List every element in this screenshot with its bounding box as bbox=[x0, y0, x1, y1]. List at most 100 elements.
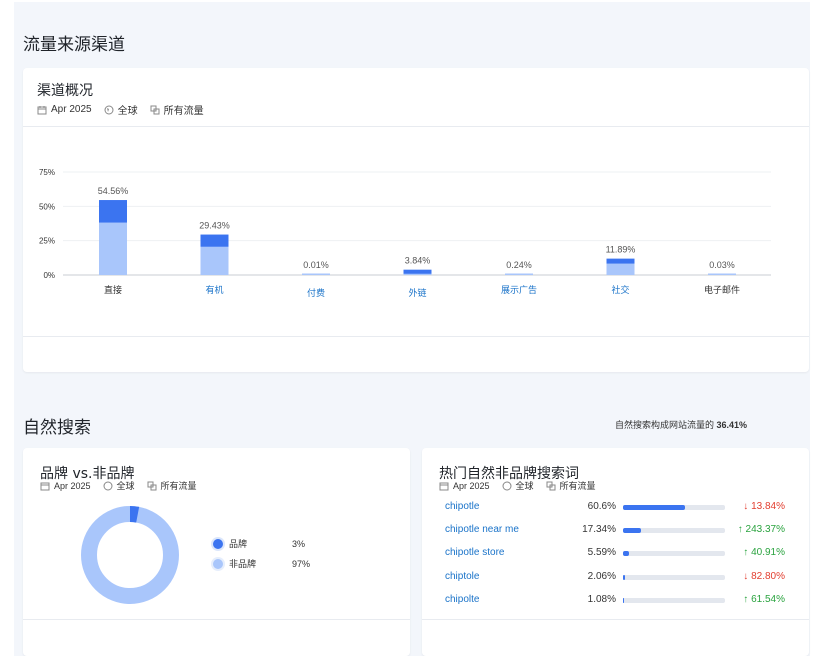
meta-date: Apr 2025 bbox=[453, 480, 490, 491]
legend-dot-icon bbox=[213, 538, 223, 549]
globe-icon bbox=[104, 105, 114, 114]
traffic-section-title: 流量来源渠道 bbox=[23, 35, 125, 55]
meta-date: Apr 2025 bbox=[51, 104, 92, 115]
trend-arrow-icon: ↓ bbox=[743, 501, 749, 512]
legend-label: 品牌 bbox=[229, 539, 248, 549]
bar-dark-segment bbox=[403, 269, 432, 274]
keyword-row[interactable]: chiptole 2.06% ↓ 82.80% bbox=[422, 571, 809, 587]
keyword-row[interactable]: chipotle store 5.59% ↑ 40.91% bbox=[422, 547, 809, 563]
organic-share-text: 自然搜索构成网站流量的 bbox=[614, 420, 714, 430]
top-keywords-card: 热门自然非品牌搜索词 Apr 2025 全球 所有流量 chipotle 60.… bbox=[422, 448, 809, 656]
keyword-row[interactable]: chipotle 60.6% ↓ 13.84% bbox=[422, 501, 809, 517]
trend-arrow-icon: ↑ bbox=[737, 524, 743, 535]
meta-traffic: 所有流量 bbox=[163, 106, 204, 117]
bar bbox=[302, 273, 330, 275]
y-tick-label: 25% bbox=[39, 237, 55, 246]
y-tick-label: 50% bbox=[39, 202, 55, 211]
meta-region: 全球 bbox=[116, 481, 135, 491]
keyword-link[interactable]: chipolte bbox=[445, 594, 479, 605]
keyword-change-value: 82.80% bbox=[751, 571, 785, 582]
bar-dark-segment bbox=[606, 258, 635, 264]
meta-region: 全球 bbox=[515, 481, 534, 491]
traffic-type-icon bbox=[546, 481, 556, 490]
keyword-link[interactable]: chipotle near me bbox=[445, 524, 519, 535]
y-tick-label: 75% bbox=[39, 168, 55, 177]
bar-dark-segment bbox=[200, 234, 229, 247]
share-bar-fill bbox=[623, 528, 641, 533]
share-bar-fill bbox=[623, 598, 625, 603]
share-bar-fill bbox=[623, 505, 685, 510]
card-divider bbox=[23, 126, 809, 127]
share-bar-fill bbox=[623, 551, 629, 556]
keyword-link[interactable]: chipotle bbox=[445, 501, 479, 512]
brand-card-meta: Apr 2025 全球 所有流量 bbox=[40, 479, 197, 492]
x-category-label[interactable]: 展示广告 bbox=[501, 284, 537, 295]
bar-value-label: 3.84% bbox=[405, 256, 431, 266]
keyword-change: ↑ 61.54% bbox=[743, 594, 785, 605]
brand-donut-chart bbox=[81, 506, 179, 604]
card-divider bbox=[422, 619, 809, 620]
keyword-change-value: 40.91% bbox=[751, 547, 785, 558]
channel-overview-meta: Apr 2025 全球 所有流量 bbox=[37, 102, 204, 117]
legend-value: 3% bbox=[292, 538, 306, 549]
traffic-type-icon bbox=[147, 481, 157, 490]
donut-segment-nonbrand bbox=[81, 506, 179, 604]
x-category-label[interactable]: 社交 bbox=[611, 284, 629, 295]
meta-region: 全球 bbox=[117, 106, 138, 117]
meta-traffic: 所有流量 bbox=[559, 481, 596, 491]
keyword-row[interactable]: chipotle near me 17.34% ↑ 243.37% bbox=[422, 524, 809, 540]
share-bar-track bbox=[623, 598, 725, 603]
globe-icon bbox=[502, 481, 512, 490]
brand-vs-nonbrand-card: 品牌 vs.非品牌 Apr 2025 全球 所有流量 品牌 3% 非品牌 97% bbox=[23, 448, 410, 656]
organic-share-value: 36.41% bbox=[716, 420, 747, 430]
bar-value-label: 11.89% bbox=[606, 245, 636, 255]
channel-overview-title: 渠道概况 bbox=[37, 83, 93, 99]
bar-value-label: 0.03% bbox=[709, 260, 735, 270]
meta-date: Apr 2025 bbox=[54, 480, 91, 491]
meta-traffic: 所有流量 bbox=[160, 481, 197, 491]
bar-value-label: 0.01% bbox=[303, 260, 329, 270]
bar-value-label: 29.43% bbox=[199, 221, 230, 231]
keyword-change: ↓ 13.84% bbox=[743, 501, 785, 512]
trend-arrow-icon: ↑ bbox=[743, 547, 749, 558]
keyword-share: 60.6% bbox=[587, 501, 616, 512]
keyword-share: 17.34% bbox=[582, 524, 616, 535]
trend-arrow-icon: ↑ bbox=[743, 594, 749, 605]
bar-value-label: 0.24% bbox=[506, 260, 532, 270]
keyword-share: 2.06% bbox=[587, 571, 616, 582]
legend-item-brand: 品牌 3% bbox=[213, 537, 305, 550]
card-divider bbox=[23, 619, 410, 620]
keyword-change: ↑ 243.37% bbox=[738, 524, 785, 535]
bar bbox=[708, 273, 736, 275]
keyword-share: 1.08% bbox=[587, 594, 616, 605]
x-category-label[interactable]: 有机 bbox=[205, 284, 223, 295]
share-bar-fill bbox=[623, 575, 626, 580]
keyword-row[interactable]: chipolte 1.08% ↑ 61.54% bbox=[422, 594, 809, 610]
share-bar-track bbox=[623, 551, 725, 556]
share-bar-track bbox=[623, 575, 725, 580]
legend-dot-icon bbox=[213, 558, 223, 569]
share-bar-track bbox=[623, 528, 725, 533]
x-category-label[interactable]: 付费 bbox=[307, 287, 325, 298]
keyword-link[interactable]: chiptole bbox=[445, 571, 479, 582]
x-category-label: 直接 bbox=[104, 284, 122, 295]
channel-overview-card: 渠道概况 Apr 2025 全球 所有流量 75% 50% 25% 0% 54.56% 直… bbox=[23, 68, 809, 372]
keyword-change-value: 61.54% bbox=[751, 594, 785, 605]
channel-bar-chart: 75% 50% 25% 0% 54.56% 直接 29.43% 有机 0.01% 付费 3.84% 外… bbox=[39, 168, 771, 298]
card-divider bbox=[23, 336, 809, 337]
y-tick-label: 0% bbox=[43, 271, 55, 280]
legend-label: 非品牌 bbox=[229, 559, 257, 569]
keyword-link[interactable]: chipotle store bbox=[445, 547, 504, 558]
calendar-icon bbox=[439, 482, 449, 490]
globe-icon bbox=[103, 481, 113, 490]
x-category-label[interactable]: 外链 bbox=[408, 287, 426, 298]
x-category-label: 电子邮件 bbox=[704, 284, 740, 295]
share-bar-track bbox=[623, 505, 725, 510]
organic-section-title: 自然搜索 bbox=[23, 418, 91, 438]
keyword-change: ↓ 82.80% bbox=[743, 571, 785, 582]
keyword-share: 5.59% bbox=[587, 547, 616, 558]
calendar-icon bbox=[37, 105, 47, 114]
keyword-change: ↑ 40.91% bbox=[743, 547, 785, 558]
organic-share-summary: 自然搜索构成网站流量的 36.41% bbox=[615, 418, 747, 431]
trend-arrow-icon: ↓ bbox=[743, 571, 749, 582]
